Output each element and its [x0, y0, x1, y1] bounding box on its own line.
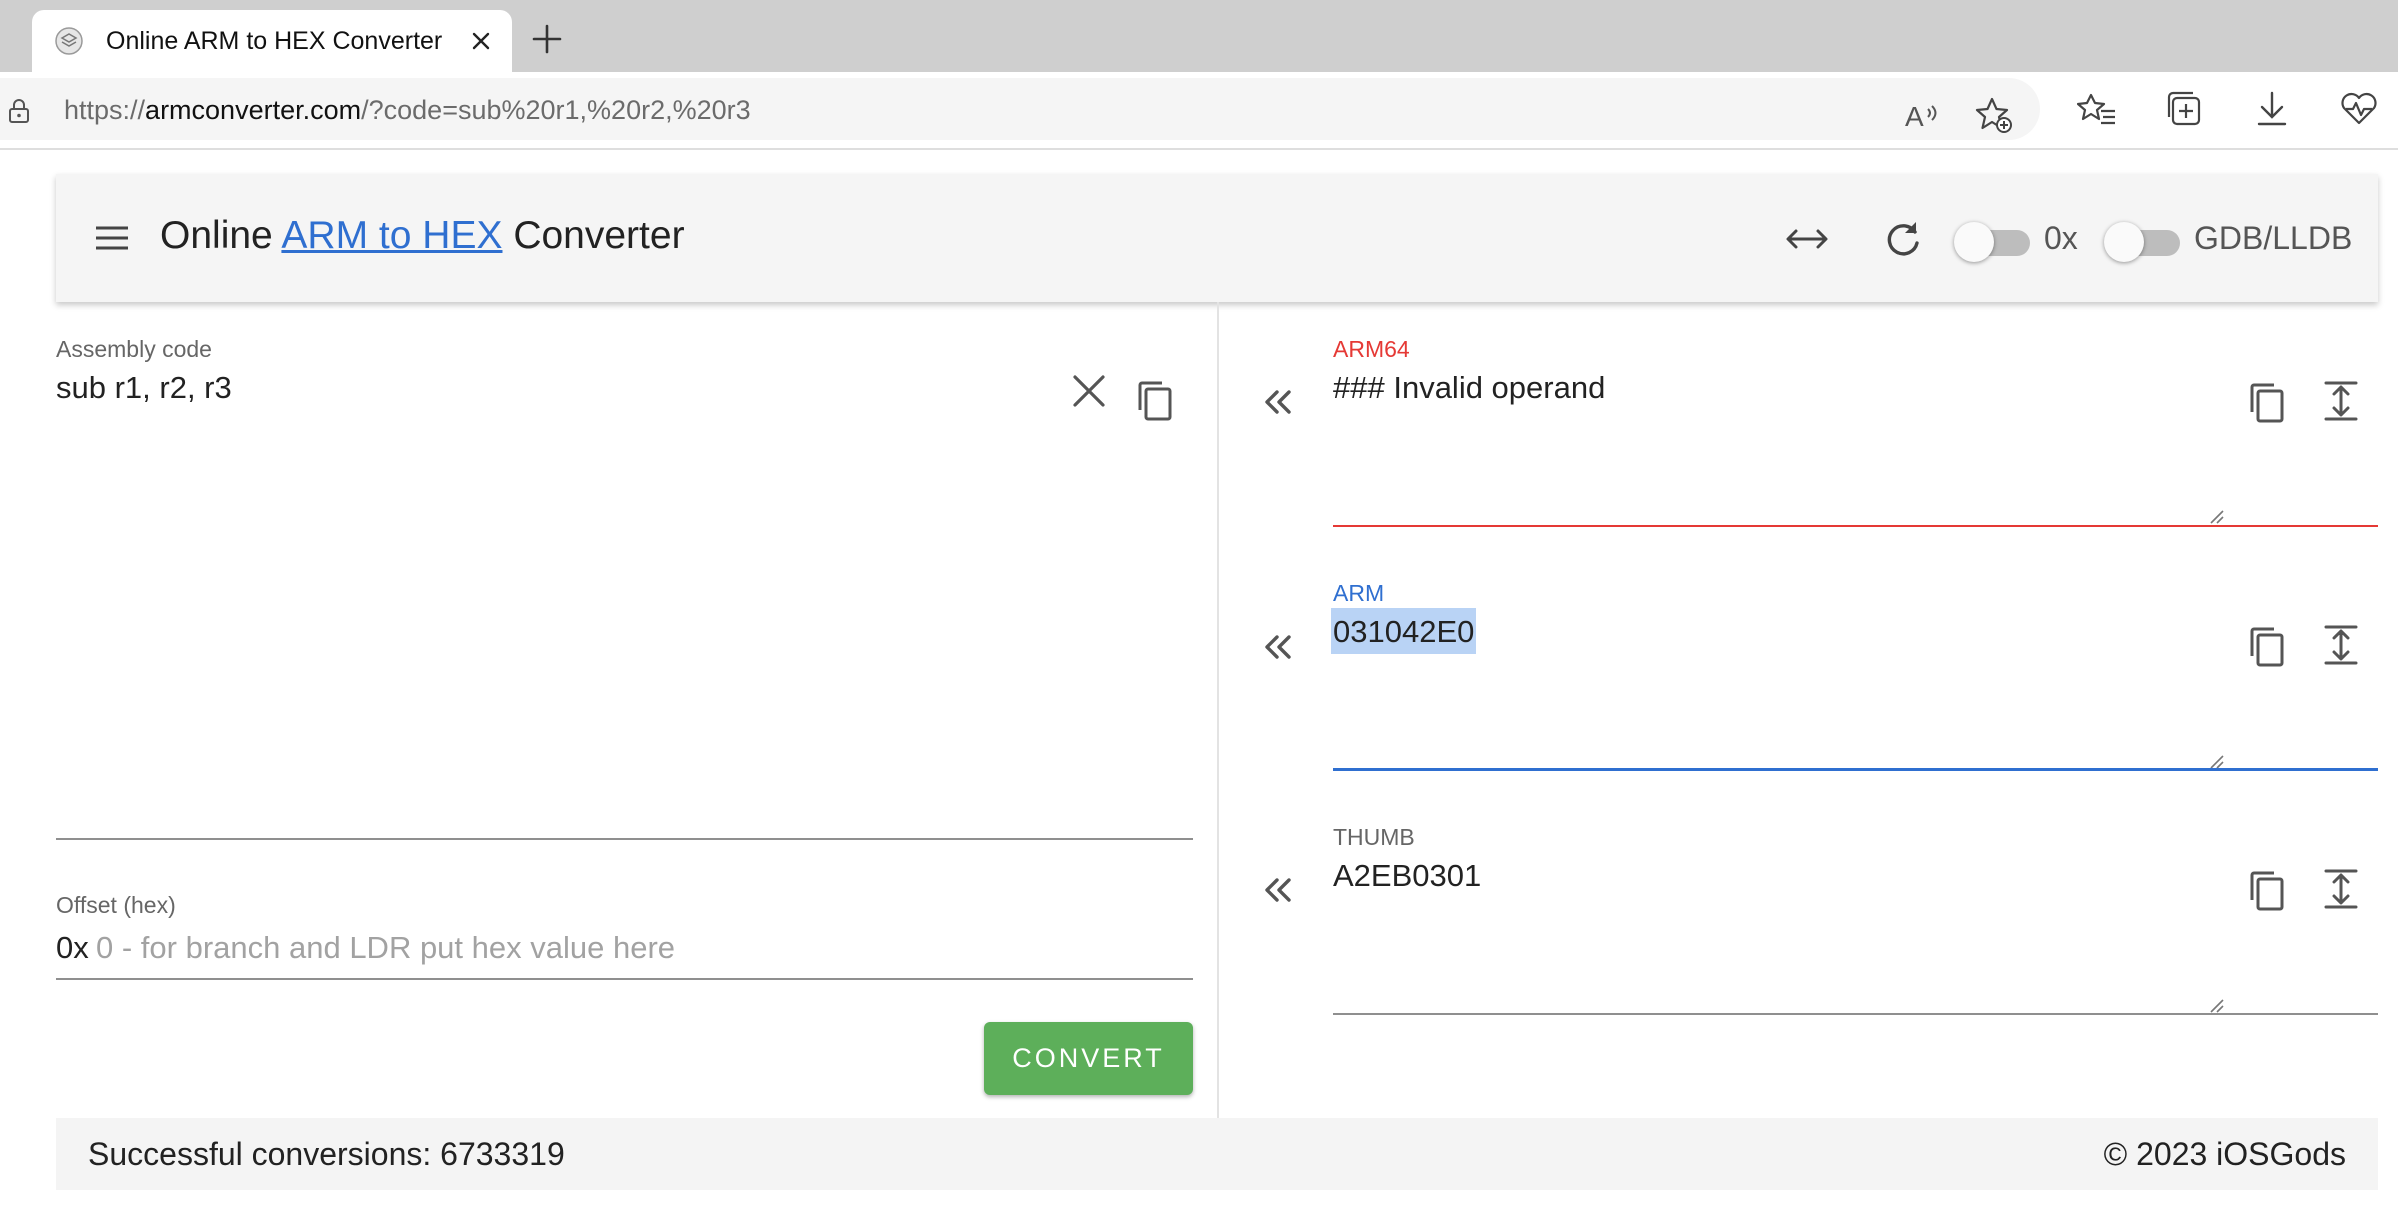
- read-aloud-icon[interactable]: A: [1902, 95, 1942, 135]
- copy-arm-icon[interactable]: [2246, 624, 2292, 670]
- resize-grip-icon[interactable]: [2208, 997, 2224, 1013]
- offset-label: Offset (hex): [56, 892, 176, 918]
- browser-tab-bar: Online ARM to HEX Converter: [0, 0, 2398, 72]
- thumb-label: THUMB: [1333, 824, 1415, 850]
- thumb-output[interactable]: A2EB0301: [1333, 858, 1481, 894]
- offset-underline: [56, 978, 1193, 980]
- resize-grip-icon[interactable]: [2208, 753, 2224, 769]
- copy-icon[interactable]: [1134, 378, 1180, 424]
- refresh-icon[interactable]: [1880, 216, 1926, 262]
- resize-grip-icon[interactable]: [2208, 508, 2224, 524]
- clear-icon[interactable]: [1066, 368, 1112, 414]
- footer: Successful conversions: 6733319 © 2023 i…: [56, 1118, 2378, 1190]
- chevron-double-left-icon[interactable]: [1258, 627, 1298, 667]
- assembly-underline: [56, 838, 1193, 840]
- arm64-underline: [1333, 525, 2378, 527]
- assembly-code-input[interactable]: sub r1, r2, r3: [56, 370, 232, 406]
- arm64-label: ARM64: [1333, 336, 1410, 362]
- column-divider: [1217, 302, 1219, 1118]
- collections-icon[interactable]: [2165, 89, 2205, 129]
- address-bar: https://armconverter.com/?code=sub%20r1,…: [0, 72, 2398, 150]
- app-header: Online ARM to HEX Converter 0x GDB/LLDB: [56, 174, 2378, 302]
- add-favorite-icon[interactable]: [1974, 95, 2014, 135]
- url-text[interactable]: https://armconverter.com/?code=sub%20r1,…: [64, 95, 751, 126]
- expand-vertical-icon[interactable]: [2318, 866, 2364, 912]
- arm-label: ARM: [1333, 580, 1385, 606]
- copy-arm64-icon[interactable]: [2246, 380, 2292, 426]
- arm-output[interactable]: 031042E0: [1331, 608, 1477, 654]
- health-icon[interactable]: [2339, 89, 2379, 129]
- close-tab-icon[interactable]: [464, 24, 498, 58]
- chevron-double-left-icon[interactable]: [1258, 870, 1298, 910]
- expand-vertical-icon[interactable]: [2318, 378, 2364, 424]
- gdb-lldb-toggle[interactable]: [2104, 222, 2180, 262]
- chevron-double-left-icon[interactable]: [1258, 382, 1298, 422]
- copy-thumb-icon[interactable]: [2246, 868, 2292, 914]
- svg-text:A: A: [1905, 101, 1924, 132]
- hex-prefix-toggle[interactable]: [1954, 222, 2030, 262]
- hamburger-menu-icon[interactable]: [92, 220, 132, 256]
- browser-tab[interactable]: Online ARM to HEX Converter: [32, 10, 512, 72]
- convert-button[interactable]: CONVERT: [984, 1022, 1193, 1095]
- download-icon[interactable]: [2252, 89, 2292, 129]
- hex-prefix-label: 0x: [2044, 220, 2078, 256]
- swap-horizontal-icon[interactable]: [1784, 216, 1830, 262]
- arm-underline: [1333, 768, 2378, 771]
- offset-input[interactable]: [96, 926, 1186, 970]
- site-favicon-icon: [55, 27, 83, 55]
- thumb-underline: [1333, 1013, 2378, 1015]
- url-field[interactable]: https://armconverter.com/?code=sub%20r1,…: [0, 78, 2040, 140]
- title-link[interactable]: ARM to HEX: [281, 214, 502, 257]
- copyright: © 2023 iOSGods: [2103, 1136, 2346, 1172]
- arm64-output[interactable]: ### Invalid operand: [1333, 370, 1605, 406]
- gdb-lldb-label: GDB/LLDB: [2194, 220, 2353, 256]
- lock-icon[interactable]: [6, 98, 32, 124]
- expand-vertical-icon[interactable]: [2318, 622, 2364, 668]
- page-title: Online ARM to HEX Converter: [160, 214, 685, 257]
- favorites-icon[interactable]: [2077, 89, 2117, 129]
- assembly-code-label: Assembly code: [56, 336, 212, 362]
- tab-title: Online ARM to HEX Converter: [106, 27, 443, 55]
- offset-prefix: 0x: [56, 930, 89, 965]
- conversion-counter: Successful conversions: 6733319: [88, 1136, 565, 1172]
- new-tab-icon[interactable]: [530, 22, 564, 56]
